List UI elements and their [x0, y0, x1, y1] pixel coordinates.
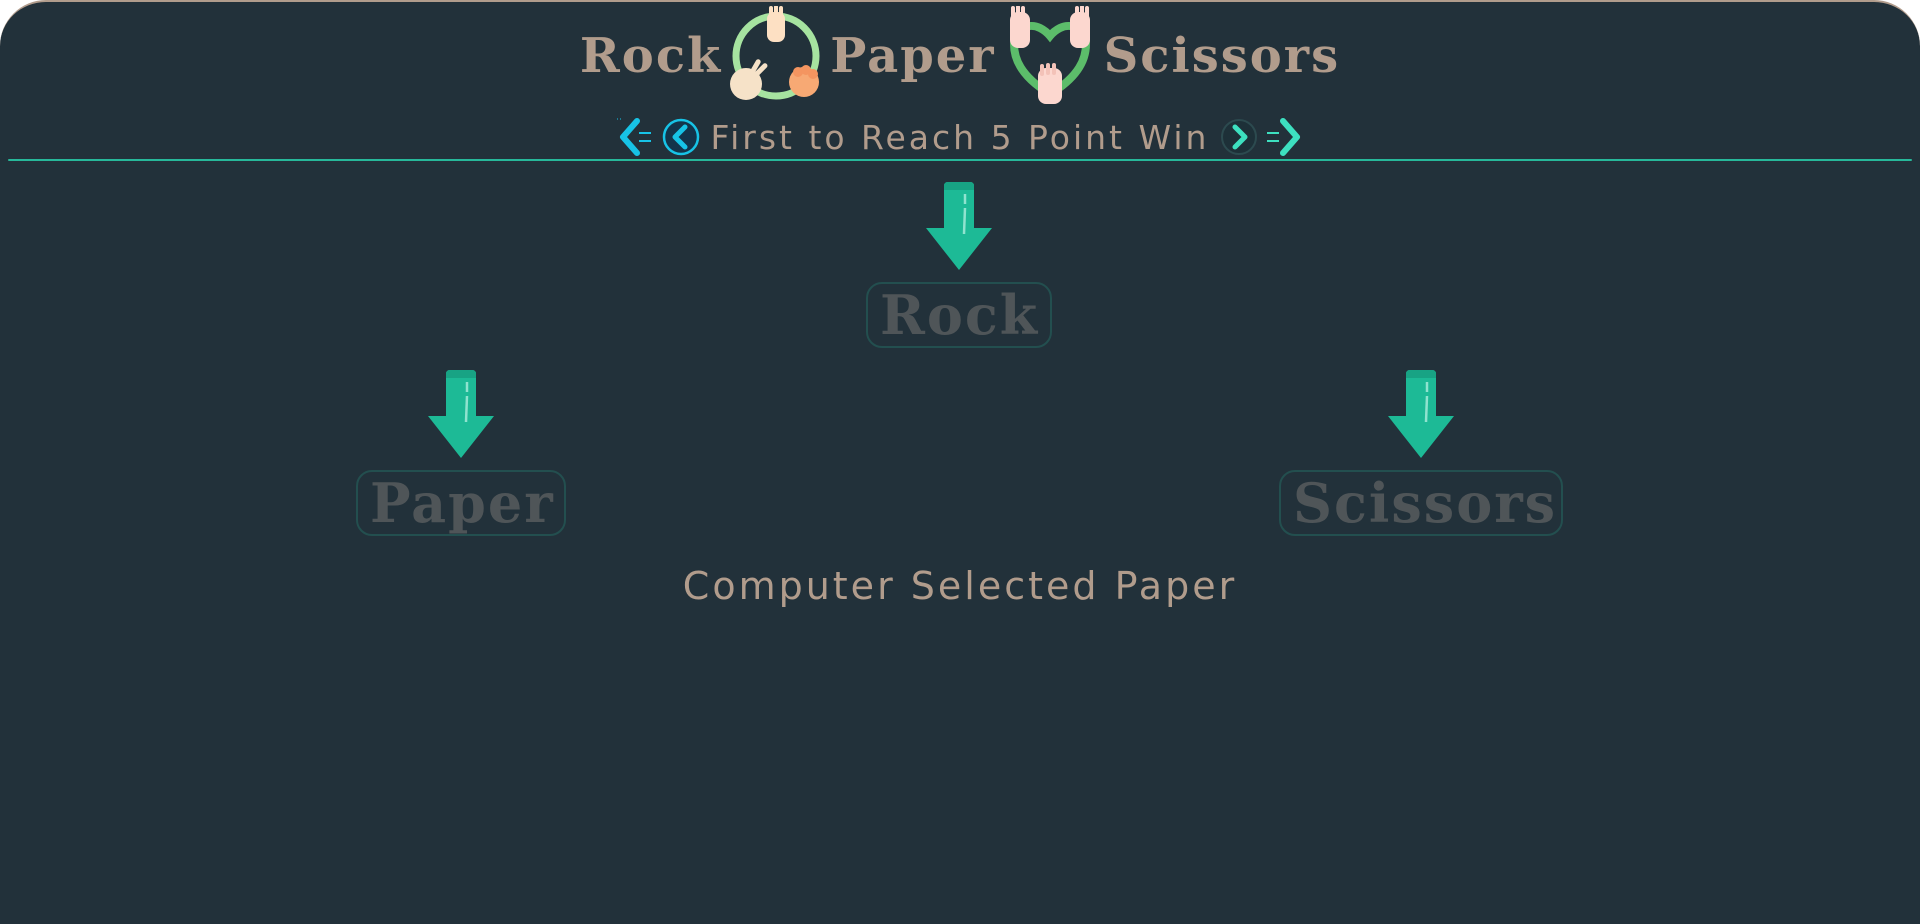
title-word-scissors: Scissors	[1103, 28, 1341, 84]
rock-button[interactable]: Rock	[866, 282, 1052, 348]
scissors-button[interactable]: Scissors	[1279, 470, 1563, 536]
subtitle-row: First to Reach 5 Point Win	[0, 112, 1920, 162]
hands-heart-icon	[1009, 6, 1090, 104]
choice-paper[interactable]: Paper	[356, 368, 566, 536]
choice-scissors[interactable]: Scissors	[1279, 368, 1563, 536]
rps-cycle-icon	[730, 6, 820, 100]
title-word-rock: Rock	[579, 28, 723, 84]
double-chevron-right-icon	[1267, 118, 1301, 156]
paper-button[interactable]: Paper	[356, 470, 566, 536]
computer-selection-text: Computer Selected Paper	[682, 564, 1238, 608]
title-word-paper: Paper	[830, 28, 996, 84]
arrow-down-icon	[428, 370, 494, 458]
game-frame: Rock Paper Scissors First to Reach 5 Poi…	[0, 0, 1920, 924]
circle-chevron-right-icon	[1221, 119, 1258, 155]
win-condition-text: First to Reach 5 Point Win	[710, 117, 1210, 157]
arrow-down-icon	[1388, 370, 1454, 458]
double-chevron-left-icon	[616, 118, 651, 156]
circle-chevron-left-icon	[662, 118, 699, 156]
choice-rock[interactable]: Rock	[866, 180, 1052, 348]
header-divider	[8, 159, 1912, 161]
arrow-down-icon	[926, 182, 992, 270]
game-title: Rock Paper Scissors	[0, 6, 1920, 106]
game-header: Rock Paper Scissors First to Reach 5 Poi…	[0, 2, 1920, 162]
